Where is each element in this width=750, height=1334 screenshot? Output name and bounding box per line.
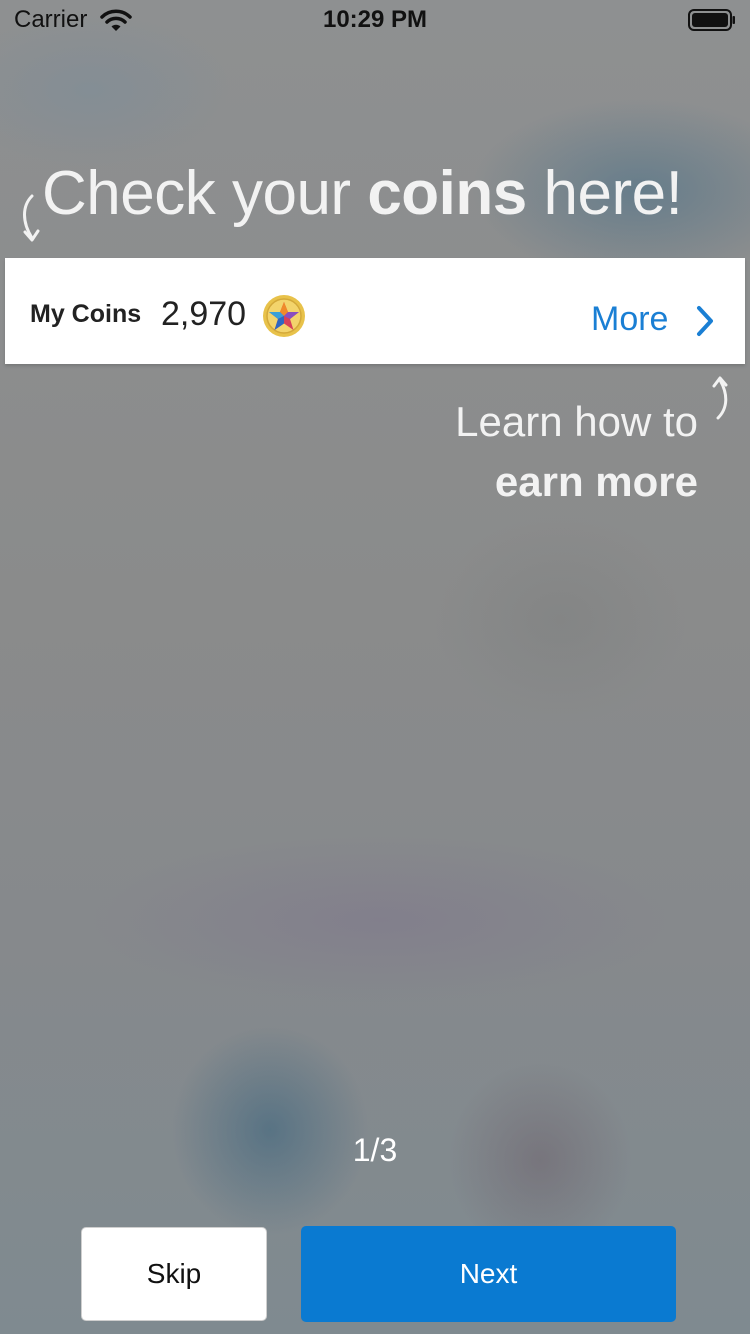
coin-icon [263,295,305,337]
headline-bold: coins [367,159,527,228]
learn-more-line2: earn more [494,458,698,505]
next-button[interactable]: Next [301,1226,676,1322]
coins-balance: 2,970 [161,295,247,333]
chevron-right-icon[interactable] [695,304,715,338]
coins-label: My Coins [30,300,142,328]
skip-button[interactable]: Skip [81,1227,267,1321]
clock: 10:29 PM [322,6,428,33]
my-coins-card[interactable]: My Coins 2,970 More [5,258,745,364]
status-bar: Carrier 10:29 PM [0,0,750,40]
more-link[interactable]: More [591,300,668,339]
arrow-right-icon [712,376,728,420]
headline-suffix: here! [526,159,683,228]
page-indicator: 1/3 [352,1132,398,1168]
headline-prefix: Check your [42,159,368,228]
learn-more-line1: Learn how to [455,398,698,445]
battery-icon [688,9,735,31]
headline: Check your coins here! [42,158,683,229]
